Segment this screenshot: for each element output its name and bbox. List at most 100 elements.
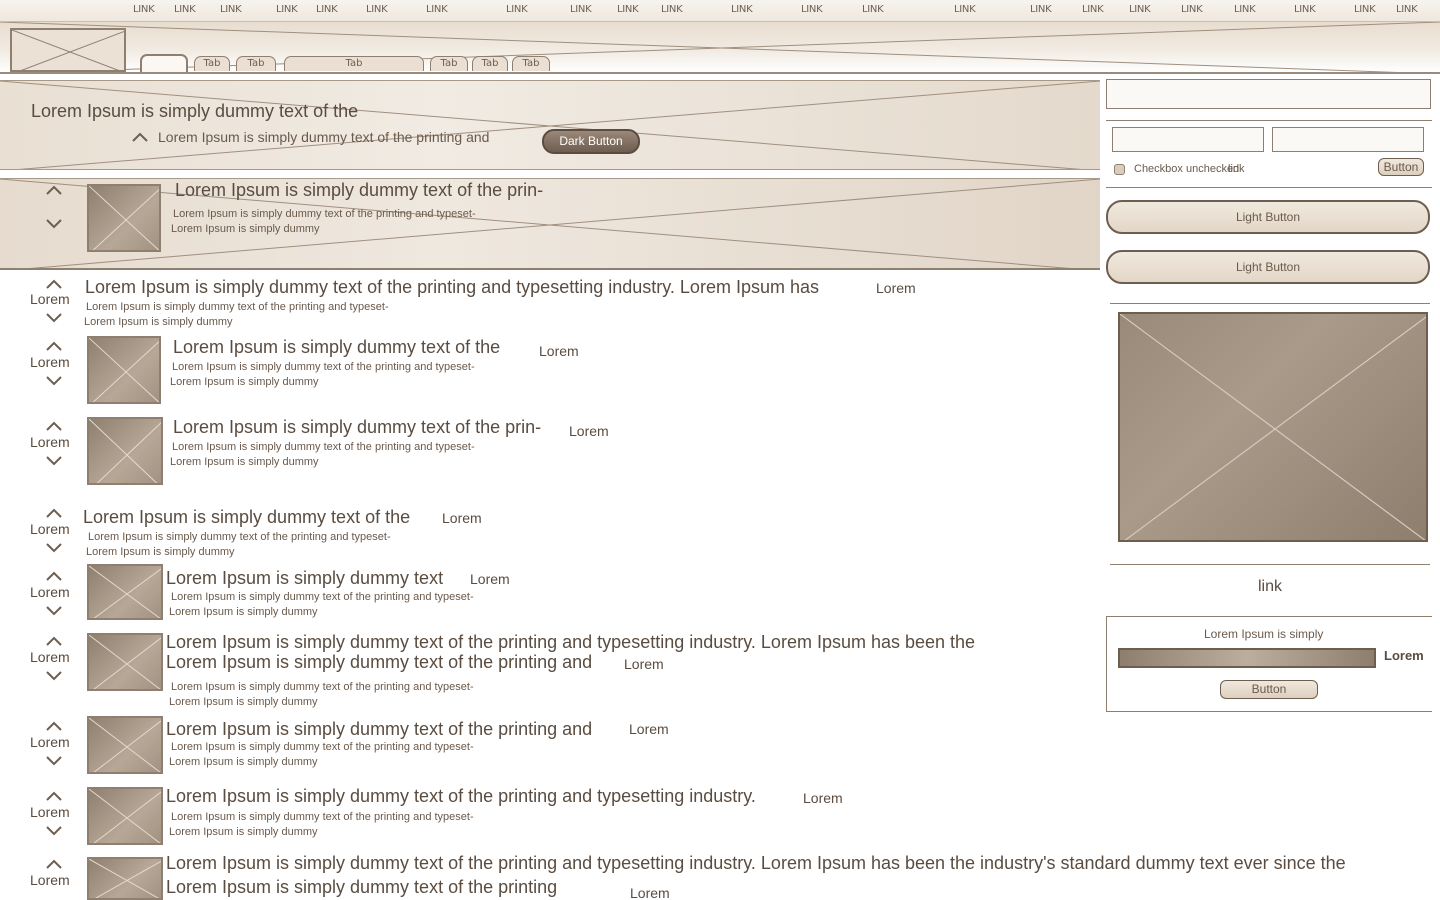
chevron-up-icon[interactable] [44, 720, 64, 732]
chevron-up-icon[interactable] [44, 184, 64, 196]
progress-value: Lorem [1384, 648, 1424, 663]
chevron-up-icon[interactable] [44, 278, 64, 290]
chevron-down-icon[interactable] [44, 755, 64, 767]
top-nav-link[interactable]: LINK [862, 4, 884, 15]
list-item-title[interactable]: Lorem Ipsum is simply dummy text of the … [173, 417, 541, 438]
chevron-up-icon[interactable] [44, 507, 64, 519]
list-item-title[interactable]: Lorem Ipsum is simply dummy text of the … [166, 719, 592, 740]
vote-label: Lorem [30, 434, 70, 450]
list-item-line: Lorem Ipsum is simply dummy text of the … [86, 301, 389, 313]
list-item-title-line2[interactable]: Lorem Ipsum is simply dummy text of the … [166, 652, 592, 673]
top-nav-link[interactable]: LINK [276, 4, 298, 15]
progress-button[interactable]: Button [1220, 680, 1318, 699]
list-item-line: Lorem Ipsum is simply dummy text of the … [171, 741, 474, 753]
chevron-up-icon[interactable] [44, 858, 64, 870]
top-nav-link[interactable]: LINK [1030, 4, 1052, 15]
tab-home[interactable] [140, 54, 188, 72]
featured-banner [0, 178, 1100, 270]
chevron-up-icon[interactable] [44, 635, 64, 647]
list-item-title[interactable]: Lorem Ipsum is simply dummy text [166, 568, 443, 589]
forgot-link[interactable]: link [1228, 163, 1245, 175]
tab-item[interactable]: Tab [284, 56, 424, 71]
top-nav-link[interactable]: LINK [1396, 4, 1418, 15]
top-nav-link[interactable]: LINK [1082, 4, 1104, 15]
chevron-up-icon[interactable] [44, 790, 64, 802]
light-button[interactable]: Light Button [1106, 250, 1430, 284]
chevron-down-icon[interactable] [44, 375, 64, 387]
image-placeholder [1118, 312, 1428, 542]
top-nav-link[interactable]: LINK [316, 4, 338, 15]
top-nav-link[interactable]: LINK [661, 4, 683, 15]
chevron-down-icon[interactable] [44, 605, 64, 617]
chevron-down-icon[interactable] [44, 312, 64, 324]
chevron-up-icon[interactable] [44, 420, 64, 432]
username-field[interactable] [1112, 127, 1264, 152]
list-item-line: Lorem Ipsum is simply dummy text of the … [171, 591, 474, 603]
vote-label: Lorem [30, 804, 70, 820]
tab-item[interactable]: Tab [430, 56, 468, 71]
top-nav-link[interactable]: LINK [366, 4, 388, 15]
top-nav-link[interactable]: LINK [1181, 4, 1203, 15]
top-nav-link[interactable]: LINK [174, 4, 196, 15]
chevron-down-icon[interactable] [44, 825, 64, 837]
light-button[interactable]: Light Button [1106, 200, 1430, 234]
chevron-down-icon[interactable] [44, 455, 64, 467]
sidebar-link[interactable]: link [1258, 578, 1282, 596]
list-item-thumbnail[interactable] [87, 857, 163, 900]
tab-bar: Tab Tab Tab Tab Tab Tab [0, 22, 1440, 74]
list-item-line: Lorem Ipsum is simply dummy [170, 376, 319, 388]
list-item-title[interactable]: Lorem Ipsum is simply dummy text of the … [85, 277, 819, 298]
vote-label: Lorem [30, 584, 70, 600]
hero-title: Lorem Ipsum is simply dummy text of the [31, 101, 359, 121]
progress-slider[interactable] [1118, 648, 1376, 668]
login-button[interactable]: Button [1378, 158, 1424, 176]
top-nav-link[interactable]: LINK [954, 4, 976, 15]
chevron-up-icon[interactable] [44, 340, 64, 352]
tab-item[interactable]: Tab [236, 56, 276, 71]
list-item-thumbnail[interactable] [87, 633, 163, 691]
list-item-thumbnail[interactable] [87, 716, 163, 774]
top-nav-link[interactable]: LINK [731, 4, 753, 15]
list-item-title[interactable]: Lorem Ipsum is simply dummy text of the … [166, 632, 975, 653]
featured-line: Lorem Ipsum is simply dummy text of the … [173, 208, 476, 220]
list-item-line: Lorem Ipsum is simply dummy text of the … [171, 681, 474, 693]
top-nav-link[interactable]: LINK [506, 4, 528, 15]
top-nav-link[interactable]: LINK [1294, 4, 1316, 15]
chevron-up-icon[interactable] [130, 131, 150, 143]
list-item-thumbnail[interactable] [87, 417, 163, 485]
top-nav-link[interactable]: LINK [617, 4, 639, 15]
dark-button[interactable]: Dark Button [542, 129, 640, 154]
chevron-down-icon[interactable] [44, 218, 64, 230]
divider [1110, 564, 1430, 565]
list-item-thumbnail[interactable] [87, 336, 161, 404]
chevron-up-icon[interactable] [44, 570, 64, 582]
list-item-title-line2[interactable]: Lorem Ipsum is simply dummy text of the … [166, 877, 557, 898]
list-item-title[interactable]: Lorem Ipsum is simply dummy text of the … [166, 786, 756, 807]
list-item-title[interactable]: Lorem Ipsum is simply dummy text of the [173, 337, 500, 358]
featured-title[interactable]: Lorem Ipsum is simply dummy text of the … [175, 180, 543, 201]
top-nav-link[interactable]: LINK [1129, 4, 1151, 15]
tab-item[interactable]: Tab [194, 56, 230, 71]
chevron-down-icon[interactable] [44, 542, 64, 554]
list-item-line: Lorem Ipsum is simply dummy [169, 756, 318, 768]
top-nav-link[interactable]: LINK [1234, 4, 1256, 15]
list-item-thumbnail[interactable] [87, 564, 163, 620]
password-field[interactable] [1272, 127, 1424, 152]
top-nav-link[interactable]: LINK [220, 4, 242, 15]
top-nav-link[interactable]: LINK [133, 4, 155, 15]
banner-placeholder-lines [0, 81, 1100, 169]
list-item-line: Lorem Ipsum is simply dummy text of the … [171, 811, 474, 823]
checkbox[interactable] [1114, 164, 1125, 175]
chevron-down-icon[interactable] [44, 670, 64, 682]
featured-thumbnail[interactable] [87, 184, 161, 252]
list-item-title[interactable]: Lorem Ipsum is simply dummy text of the [83, 507, 410, 528]
top-nav-link[interactable]: LINK [426, 4, 448, 15]
top-nav-link[interactable]: LINK [570, 4, 592, 15]
top-nav-link[interactable]: LINK [801, 4, 823, 15]
list-item-title[interactable]: Lorem Ipsum is simply dummy text of the … [166, 853, 1346, 874]
tab-item[interactable]: Tab [512, 56, 550, 71]
tab-item[interactable]: Tab [472, 56, 508, 71]
top-nav-link[interactable]: LINK [1354, 4, 1376, 15]
list-item-thumbnail[interactable] [87, 787, 163, 845]
search-input[interactable] [1106, 79, 1431, 109]
